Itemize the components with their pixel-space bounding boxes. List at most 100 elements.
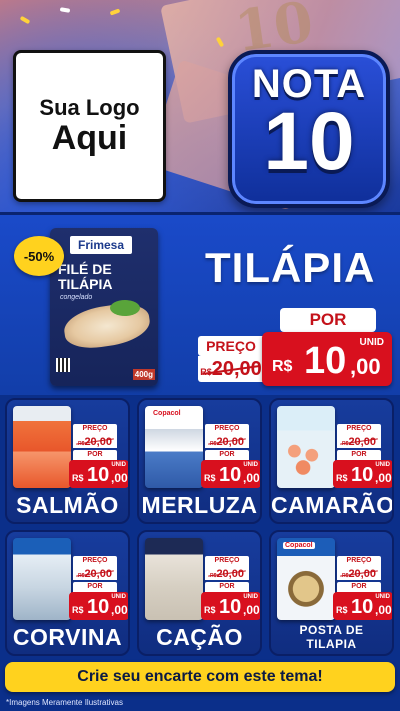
new-price-currency: R$ [336, 473, 348, 483]
package-title: FILÉ DE TILÁPIA [58, 262, 112, 291]
old-price: R$20,00 [73, 566, 117, 580]
posta-tilapia-product-image: Copacol [277, 538, 335, 620]
product-name-line2: TILAPIA [306, 636, 357, 651]
confetti [109, 8, 121, 16]
old-price-value: 20,00 [84, 568, 112, 580]
logo-text-line2: Aqui [51, 119, 128, 158]
preco-label: PREÇO [73, 556, 117, 566]
package-subtitle: congelado [60, 294, 93, 301]
old-price: R$20,00 [73, 434, 117, 448]
old-price-value: 20,00 [84, 436, 112, 448]
new-price-currency: R$ [204, 605, 216, 615]
cacao-product-image [145, 538, 203, 620]
corvina-product-image [13, 538, 71, 620]
garnish-image [110, 300, 140, 316]
featured-product-name: TILÁPIA [205, 244, 376, 291]
product-card-corvina[interactable]: PREÇO R$20,00 POR UNID R$ 10,00 CORVINA [5, 530, 130, 656]
new-price-decimal: ,00 [111, 471, 128, 485]
por-label: POR [280, 308, 376, 332]
unit-label: UNID [243, 594, 258, 600]
old-price-value: 20,00 [348, 568, 376, 580]
preco-label: PREÇO [73, 424, 117, 434]
old-price: R$20,00 [205, 434, 249, 448]
new-price-currency: R$ [204, 473, 216, 483]
new-price: UNID R$ 10,00 [201, 592, 260, 620]
new-price-integer: 10 [87, 464, 110, 486]
product-name-line1: POSTA DE [299, 623, 364, 637]
preco-label: PREÇO [198, 336, 264, 356]
product-brand: Copacol [283, 542, 315, 549]
new-price-decimal: ,00 [350, 354, 381, 379]
package-title-line1: FILÉ DE [58, 261, 112, 277]
shrimp-product-image [277, 406, 335, 488]
product-name: MERLUZA [141, 492, 258, 518]
discount-badge: -50% [14, 236, 64, 276]
product-name: CORVINA [12, 624, 123, 650]
new-price-currency: R$ [72, 605, 84, 615]
new-price-integer: 10 [304, 340, 347, 382]
cta-banner[interactable]: Crie seu encarte com este tema! [5, 662, 395, 692]
por-label: POR [73, 582, 117, 592]
new-price-decimal: ,00 [243, 471, 260, 485]
featured-product-image[interactable]: Frimesa FILÉ DE TILÁPIA congelado 400g [50, 228, 158, 386]
new-price-decimal: ,00 [375, 603, 392, 617]
old-price-value: 20,00 [348, 436, 376, 448]
old-price-value: 20,00 [216, 436, 244, 448]
unit-label: UNID [375, 594, 390, 600]
unit-label: UNID [359, 337, 384, 348]
qr-code-icon [56, 358, 70, 372]
new-price-currency: R$ [72, 473, 84, 483]
unit-label: UNID [375, 462, 390, 468]
por-label: POR [73, 450, 117, 460]
new-price: UNID R$ 10,00 [333, 592, 392, 620]
unit-label: UNID [243, 462, 258, 468]
package-weight: 400g [132, 369, 155, 380]
por-label: POR [337, 582, 381, 592]
preco-label: PREÇO [205, 556, 249, 566]
por-label: POR [205, 450, 249, 460]
new-price-integer: 10 [219, 464, 242, 486]
merluza-product-image: Copacol [145, 406, 203, 488]
product-card-camarao[interactable]: PREÇO R$20,00 POR UNID R$ 10,00 CAMARÃO [269, 398, 394, 524]
package-brand: Frimesa [70, 236, 132, 254]
disclaimer-text: *Imagens Meramente Ilustrativas [6, 698, 123, 707]
new-price: UNID R$ 10,00 [69, 460, 128, 488]
new-price: UNID R$ 10,00 [333, 460, 392, 488]
old-price: R$20,00 [337, 566, 381, 580]
product-name: POSTA DE TILAPIA [271, 623, 392, 652]
new-price: UNID R$ 10,00 [201, 460, 260, 488]
old-price: R$20,00 [205, 566, 249, 580]
new-price-decimal: ,00 [243, 603, 260, 617]
old-price-value: 20,00 [211, 358, 262, 380]
new-price-decimal: ,00 [375, 471, 392, 485]
product-card-merluza[interactable]: Copacol PREÇO R$20,00 POR UNID R$ 10,00 ME… [137, 398, 262, 524]
logo-text-line1: Sua Logo [39, 95, 140, 121]
new-price-integer: 10 [219, 596, 242, 618]
preco-label: PREÇO [337, 556, 381, 566]
product-name: CAMARÃO [271, 492, 394, 518]
new-price: UNID R$ 10 ,00 [262, 332, 392, 386]
product-name: SALMÃO [16, 492, 119, 518]
new-price-integer: 10 [351, 596, 374, 618]
confetti [19, 15, 31, 25]
old-price-value: 20,00 [216, 568, 244, 580]
salmon-product-image [13, 406, 71, 488]
preco-label: PREÇO [337, 424, 381, 434]
product-card-cacao[interactable]: PREÇO R$20,00 POR UNID R$ 10,00 CAÇÃO [137, 530, 262, 656]
new-price-currency: R$ [336, 605, 348, 615]
logo-placeholder[interactable]: Sua Logo Aqui [13, 50, 166, 202]
new-price-currency: R$ [272, 358, 293, 375]
old-price: R$20,00 [337, 434, 381, 448]
new-price: UNID R$ 10,00 [69, 592, 128, 620]
product-card-posta-de-tilapia[interactable]: Copacol PREÇO R$20,00 POR UNID R$ 10,00 PO… [269, 530, 394, 656]
product-card-salmao[interactable]: PREÇO R$20,00 POR UNID R$ 10,00 SALMÃO [5, 398, 130, 524]
unit-label: UNID [111, 462, 126, 468]
product-brand: Copacol [151, 410, 183, 417]
por-label: POR [205, 582, 249, 592]
package-title-line2: TILÁPIA [58, 275, 113, 292]
nota-10-badge: NOTA 10 [228, 50, 390, 208]
unit-label: UNID [111, 594, 126, 600]
preco-label: PREÇO [205, 424, 249, 434]
badge-number: 10 [263, 96, 355, 187]
old-price-currency: R$ [200, 367, 212, 377]
